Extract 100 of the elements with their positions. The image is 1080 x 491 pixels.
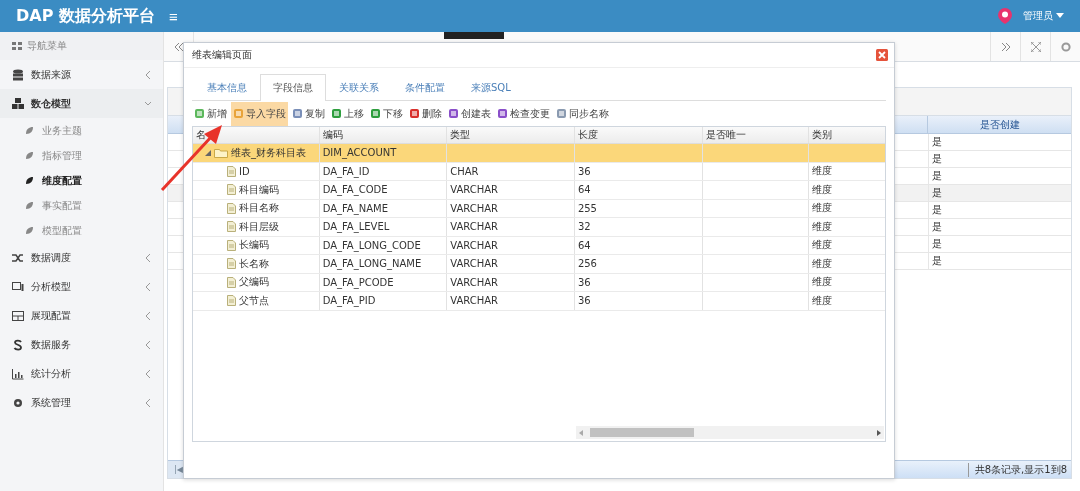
close-button[interactable] bbox=[876, 49, 888, 61]
tab[interactable]: 条件配置 bbox=[392, 74, 458, 101]
document-icon bbox=[227, 258, 236, 270]
table-cell: 64 bbox=[577, 239, 591, 251]
submenu-item[interactable]: 事实配置 bbox=[0, 193, 163, 218]
column-header: 编码 bbox=[319, 127, 448, 143]
table-cell: 科目编码 bbox=[239, 182, 279, 197]
table-cell: 256 bbox=[577, 258, 597, 270]
expand-arrow-icon[interactable] bbox=[205, 149, 211, 156]
table-cell: VARCHAR bbox=[450, 276, 499, 288]
document-icon bbox=[227, 184, 236, 196]
leaf-icon bbox=[25, 126, 34, 135]
submenu-item[interactable]: 指标管理 bbox=[0, 143, 163, 168]
table-cell: 维度 bbox=[812, 293, 833, 308]
table-cell: VARCHAR bbox=[450, 184, 499, 196]
tab[interactable]: 关联关系 bbox=[326, 74, 392, 101]
toolbar-button[interactable]: 新增 bbox=[192, 101, 229, 126]
chevron-icon bbox=[145, 282, 151, 291]
toolbar-button[interactable]: 上移 bbox=[329, 101, 366, 126]
app-title: DAP 数据分析平台 bbox=[15, 5, 156, 27]
shuffle-icon bbox=[12, 251, 24, 264]
grid-icon bbox=[12, 42, 22, 50]
dollar-icon bbox=[12, 338, 24, 351]
table-cell: CHAR bbox=[450, 165, 479, 177]
table-cell: 长编码 bbox=[239, 238, 269, 253]
table-cell: 维度 bbox=[812, 201, 833, 216]
sidebar-item[interactable]: 数据服务 bbox=[0, 330, 163, 359]
bar-chart-icon bbox=[12, 367, 24, 380]
leaf-icon bbox=[25, 226, 34, 235]
document-icon bbox=[227, 239, 236, 251]
table-cell: 父节点 bbox=[239, 293, 269, 308]
toolbar-button[interactable]: 创建表 bbox=[446, 101, 493, 126]
table-cell: 是 bbox=[928, 168, 1071, 184]
sidebar-item[interactable]: 展现配置 bbox=[0, 301, 163, 330]
table-cell: DA_FA_LEVEL bbox=[322, 221, 390, 233]
toolbar-button[interactable]: 复制 bbox=[290, 101, 327, 126]
sidebar-item[interactable]: 数仓模型 bbox=[0, 89, 163, 118]
leaf-icon bbox=[25, 151, 34, 160]
toolbar-button[interactable]: 检查变更 bbox=[495, 101, 552, 126]
column-header: 是否创建 bbox=[927, 116, 1071, 133]
table-cell: VARCHAR bbox=[450, 239, 499, 251]
horizontal-scrollbar[interactable] bbox=[576, 426, 884, 439]
square-icon bbox=[233, 108, 244, 119]
scroll-left-icon[interactable] bbox=[579, 429, 584, 436]
menu-button[interactable]: ≡ bbox=[163, 7, 184, 25]
toolbar-button[interactable]: 同步名称 bbox=[554, 101, 611, 126]
table-cell: 36 bbox=[577, 165, 591, 177]
table-cell: 维度 bbox=[812, 164, 833, 179]
chevron-icon bbox=[145, 311, 151, 320]
sidebar-item[interactable]: 数据来源 bbox=[0, 60, 163, 89]
column-header: 是否唯一 bbox=[702, 127, 810, 143]
square-icon bbox=[370, 108, 381, 119]
submenu-item[interactable]: 模型配置 bbox=[0, 218, 163, 243]
scrollbar-thumb[interactable] bbox=[590, 428, 694, 437]
square-icon bbox=[331, 108, 342, 119]
sidebar-item[interactable]: 数据调度 bbox=[0, 243, 163, 272]
document-icon bbox=[227, 202, 236, 214]
table-cell: 维度 bbox=[812, 238, 833, 253]
tab[interactable]: 来源SQL bbox=[458, 74, 524, 101]
table-cell: DA_FA_NAME bbox=[322, 202, 388, 214]
table-cell: DIM_ACCOUNT bbox=[322, 147, 397, 159]
tab[interactable]: 字段信息 bbox=[260, 74, 326, 101]
caret-icon bbox=[1056, 13, 1064, 19]
close-icon bbox=[876, 49, 888, 61]
sidebar-item[interactable]: 系统管理 bbox=[0, 388, 163, 417]
user-menu[interactable]: 管理员 bbox=[1017, 8, 1070, 24]
document-icon bbox=[227, 276, 236, 288]
chevron-icon bbox=[145, 398, 151, 407]
tab[interactable]: 基本信息 bbox=[194, 74, 260, 101]
table-cell: VARCHAR bbox=[450, 258, 499, 270]
monitor-icon bbox=[12, 280, 24, 293]
document-icon bbox=[227, 165, 236, 177]
table-cell: 维度 bbox=[812, 256, 833, 271]
document-icon bbox=[227, 295, 236, 307]
table-cell: 维度 bbox=[812, 219, 833, 234]
column-header: 类型 bbox=[447, 127, 575, 143]
scroll-right-icon[interactable] bbox=[876, 429, 881, 436]
square-icon bbox=[292, 108, 303, 119]
table-cell: 是 bbox=[928, 202, 1071, 218]
square-icon bbox=[497, 108, 508, 119]
table-cell: VARCHAR bbox=[450, 221, 499, 233]
table-cell: 36 bbox=[577, 295, 591, 307]
folder-icon bbox=[214, 147, 228, 158]
table-cell: DA_FA_LONG_CODE bbox=[322, 239, 421, 251]
square-icon bbox=[194, 108, 205, 119]
chevron-icon bbox=[145, 99, 151, 108]
submenu-item[interactable]: 业务主题 bbox=[0, 118, 163, 143]
table-cell: 是 bbox=[928, 219, 1071, 235]
record-count: 共8条记录,显示1到8 bbox=[967, 462, 1071, 477]
sidebar-item[interactable]: 分析模型 bbox=[0, 272, 163, 301]
table-cell: DA_FA_ID bbox=[322, 165, 370, 177]
settings-icon bbox=[1060, 41, 1071, 52]
toolbar-button[interactable]: 删除 bbox=[407, 101, 444, 126]
submenu-item[interactable]: 维度配置 bbox=[0, 168, 163, 193]
table-cell: ID bbox=[239, 165, 250, 177]
table-cell: 255 bbox=[577, 202, 597, 214]
toolbar-button[interactable]: 导入字段 bbox=[231, 101, 288, 126]
toolbar-button[interactable]: 下移 bbox=[368, 101, 405, 126]
sidebar-item[interactable]: 统计分析 bbox=[0, 359, 163, 388]
table-cell: 是 bbox=[928, 236, 1071, 252]
